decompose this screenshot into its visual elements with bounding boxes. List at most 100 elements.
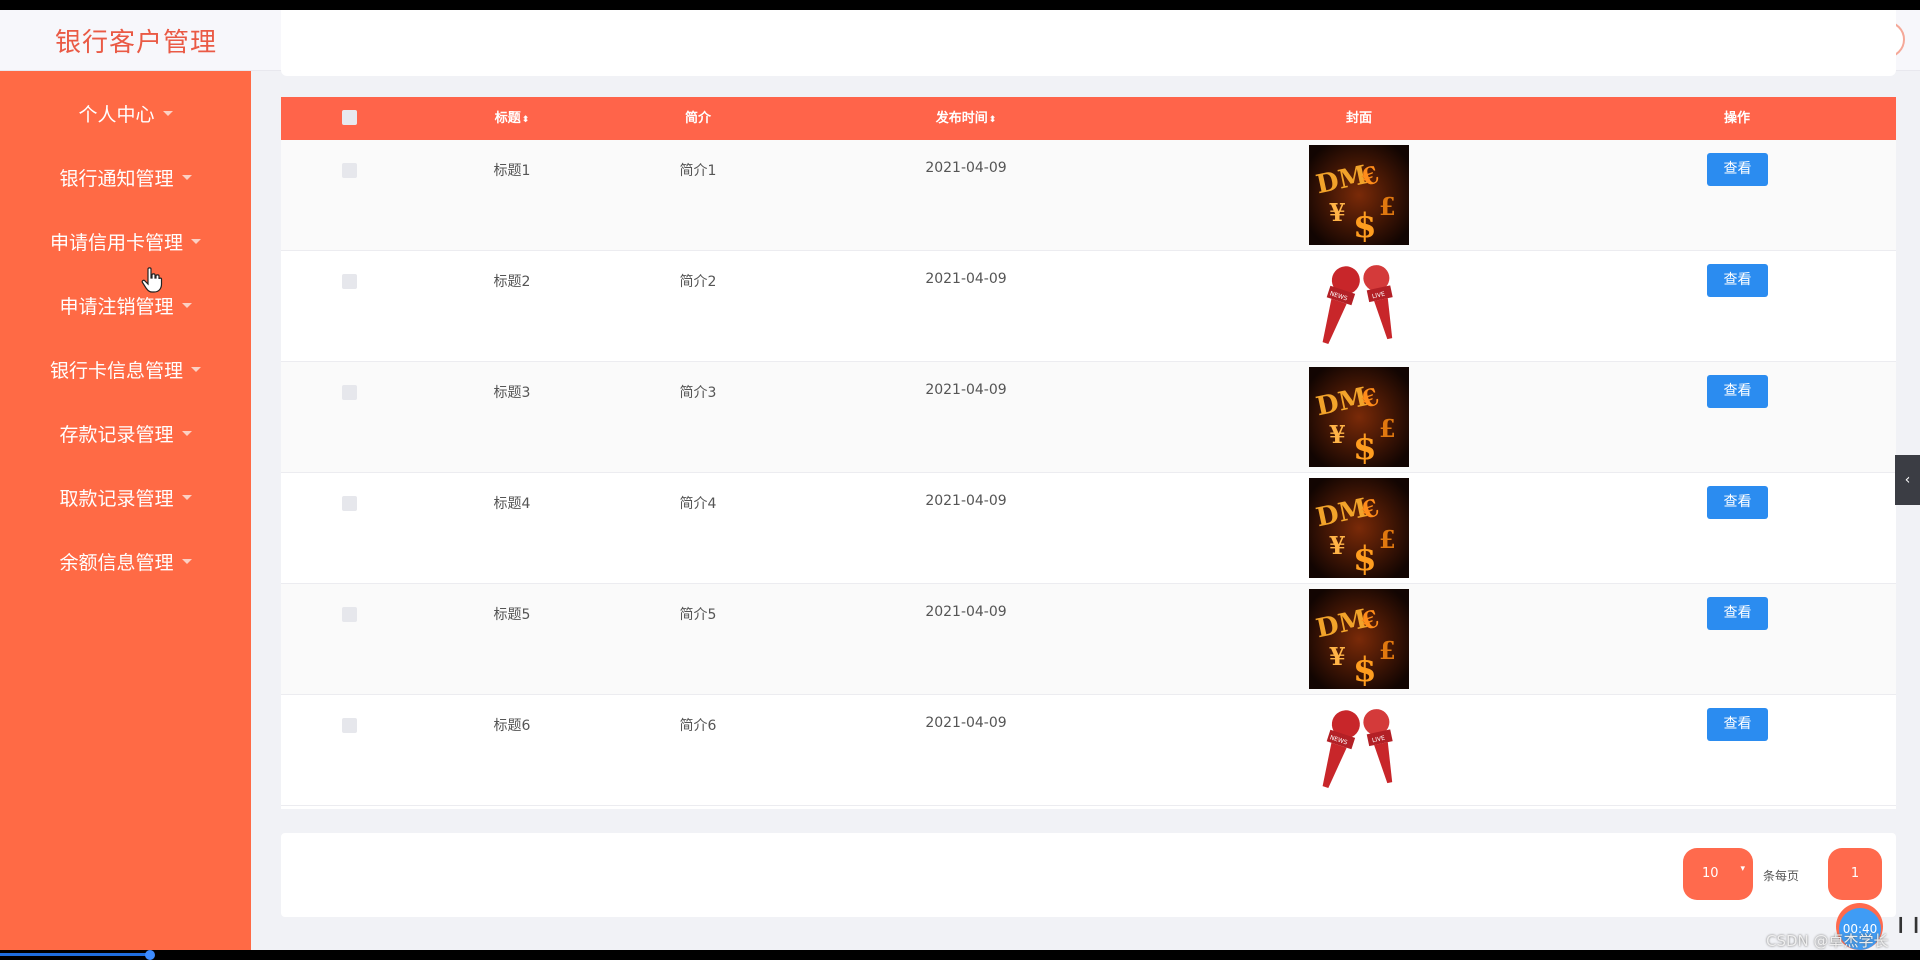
column-header-intro: 简介 bbox=[684, 111, 712, 126]
row-checkbox[interactable] bbox=[342, 385, 357, 400]
cover-image-money-symbols: DM € ¥ $ £ bbox=[1309, 478, 1409, 579]
cell-title: 标题5 bbox=[493, 607, 531, 623]
sidebar-item-label: 存款记录管理 bbox=[59, 423, 174, 446]
caret-down-icon bbox=[181, 430, 192, 436]
row-checkbox[interactable] bbox=[342, 718, 357, 733]
sidebar-item-personal-center[interactable]: 个人中心 bbox=[0, 93, 251, 133]
search-panel-edge bbox=[281, 10, 1896, 76]
sidebar-item-cancellation-application[interactable]: 申请注销管理 bbox=[0, 285, 251, 325]
table-row: 标题3 简介3 2021-04-09 DM € ¥ $ £ 查看 bbox=[281, 362, 1896, 473]
cell-intro: 简介1 bbox=[679, 163, 717, 179]
svg-text:£: £ bbox=[1379, 525, 1396, 554]
page-button-current[interactable]: 1 bbox=[1828, 848, 1882, 900]
collapse-panel-tab[interactable]: ‹ bbox=[1895, 455, 1920, 505]
cover-image-news-microphones: NEWS LIVE bbox=[1309, 700, 1409, 800]
cell-published: 2021-04-09 bbox=[925, 271, 1007, 287]
progress-fill bbox=[0, 953, 150, 956]
app-window: 银行客户管理 个人中心 银行通知管理 申请信用卡管理 申请注销管理 银行卡信息管… bbox=[0, 10, 1920, 950]
cell-published: 2021-04-09 bbox=[925, 493, 1007, 509]
chevron-left-icon: ‹ bbox=[1904, 472, 1911, 488]
caret-down-icon bbox=[191, 238, 201, 244]
cover-image-news-microphones: NEWS LIVE bbox=[1309, 256, 1409, 356]
cell-intro: 简介2 bbox=[679, 274, 717, 290]
view-button[interactable]: 查看 bbox=[1707, 708, 1768, 741]
cover-image-money-symbols: DM € ¥ $ £ bbox=[1309, 145, 1409, 246]
column-header-title[interactable]: 标题⬍ bbox=[495, 97, 530, 140]
sort-icon: ⬍ bbox=[521, 115, 530, 125]
caret-down-icon bbox=[181, 558, 192, 564]
column-header-cover: 封面 bbox=[1345, 111, 1373, 126]
svg-text:£: £ bbox=[1379, 414, 1396, 443]
sidebar-item-credit-card-application[interactable]: 申请信用卡管理 bbox=[0, 221, 251, 261]
view-button[interactable]: 查看 bbox=[1707, 597, 1768, 630]
page-size-value: 10 bbox=[1702, 866, 1719, 881]
caret-down-icon bbox=[191, 366, 201, 372]
svg-text:£: £ bbox=[1379, 636, 1396, 665]
column-header-actions: 操作 bbox=[1723, 111, 1751, 126]
table-row: 标题6 简介6 2021-04-09 NEWS LIVE 查看 bbox=[281, 695, 1896, 806]
sidebar-item-label: 申请信用卡管理 bbox=[49, 231, 183, 254]
cell-title: 标题3 bbox=[493, 385, 531, 401]
watermark: CSDN @卓杰学长 bbox=[1766, 932, 1889, 950]
pagination: 10 ▾ 条每页 1 bbox=[281, 833, 1896, 917]
select-all-checkbox[interactable] bbox=[342, 110, 357, 125]
caret-down-icon bbox=[181, 494, 192, 500]
cell-title: 标题1 bbox=[493, 163, 531, 179]
cell-published: 2021-04-09 bbox=[925, 604, 1007, 620]
row-checkbox[interactable] bbox=[342, 163, 357, 178]
dropdown-arrow-icon: ▾ bbox=[1740, 864, 1745, 874]
sidebar-item-withdrawal-records[interactable]: 取款记录管理 bbox=[0, 477, 251, 517]
table-row: 标题4 简介4 2021-04-09 DM € ¥ $ £ 查看 bbox=[281, 473, 1896, 584]
cell-intro: 简介6 bbox=[679, 718, 717, 734]
notice-table: 标题⬍ 简介 发布时间⬍ 封面 操作 标题1 简介1 2021-04-09 DM… bbox=[281, 97, 1896, 809]
cover-image-money-symbols: DM € ¥ $ £ bbox=[1309, 589, 1409, 690]
per-page-label: 条每页 bbox=[1763, 869, 1800, 883]
sidebar-item-label: 申请注销管理 bbox=[59, 295, 174, 318]
cell-title: 标题2 bbox=[493, 274, 531, 290]
pause-icon[interactable]: ❙❙ bbox=[1894, 914, 1920, 933]
column-header-published[interactable]: 发布时间⬍ bbox=[936, 97, 997, 140]
table-header: 标题⬍ 简介 发布时间⬍ 封面 操作 bbox=[281, 97, 1896, 140]
svg-text:¥: ¥ bbox=[1329, 531, 1346, 560]
cell-title: 标题4 bbox=[493, 496, 531, 512]
sidebar-item-label: 取款记录管理 bbox=[59, 487, 174, 510]
view-button[interactable]: 查看 bbox=[1707, 486, 1768, 519]
sidebar-item-balance-info[interactable]: 余额信息管理 bbox=[0, 541, 251, 581]
progress-knob[interactable] bbox=[145, 950, 155, 960]
cell-intro: 简介3 bbox=[679, 385, 717, 401]
sidebar-item-label: 余额信息管理 bbox=[59, 551, 174, 574]
row-checkbox[interactable] bbox=[342, 607, 357, 622]
cell-intro: 简介4 bbox=[679, 496, 717, 512]
sidebar-item-bank-notice[interactable]: 银行通知管理 bbox=[0, 157, 251, 197]
page-size-select[interactable]: 10 ▾ bbox=[1683, 848, 1753, 900]
view-button[interactable]: 查看 bbox=[1707, 153, 1768, 186]
svg-text:$: $ bbox=[1353, 650, 1377, 689]
hand-pointer-icon bbox=[141, 267, 163, 293]
cell-intro: 简介5 bbox=[679, 607, 717, 623]
cell-title: 标题6 bbox=[493, 718, 531, 734]
row-checkbox[interactable] bbox=[342, 496, 357, 511]
video-progress-bar[interactable] bbox=[0, 950, 1920, 960]
sort-icon: ⬍ bbox=[988, 115, 997, 125]
svg-text:¥: ¥ bbox=[1329, 642, 1346, 671]
table-row: 标题1 简介1 2021-04-09 DM € ¥ $ £ 查看 bbox=[281, 140, 1896, 251]
svg-text:$: $ bbox=[1353, 539, 1377, 578]
table-row: 标题5 简介5 2021-04-09 DM € ¥ $ £ 查看 bbox=[281, 584, 1896, 695]
svg-text:¥: ¥ bbox=[1329, 198, 1346, 227]
svg-text:$: $ bbox=[1353, 428, 1377, 467]
app-title: 银行客户管理 bbox=[55, 28, 218, 58]
sidebar-item-bank-card-info[interactable]: 银行卡信息管理 bbox=[0, 349, 251, 389]
sidebar-item-deposit-records[interactable]: 存款记录管理 bbox=[0, 413, 251, 453]
table-row: 标题2 简介2 2021-04-09 NEWS LIVE 查看 bbox=[281, 251, 1896, 362]
caret-down-icon bbox=[181, 302, 192, 308]
svg-text:$: $ bbox=[1353, 206, 1377, 245]
sidebar-item-label: 个人中心 bbox=[78, 103, 155, 126]
cell-published: 2021-04-09 bbox=[925, 715, 1007, 731]
view-button[interactable]: 查看 bbox=[1707, 264, 1768, 297]
view-button[interactable]: 查看 bbox=[1707, 375, 1768, 408]
row-checkbox[interactable] bbox=[342, 274, 357, 289]
svg-text:¥: ¥ bbox=[1329, 420, 1346, 449]
sidebar: 个人中心 银行通知管理 申请信用卡管理 申请注销管理 银行卡信息管理 存款记录管… bbox=[0, 71, 251, 950]
svg-text:£: £ bbox=[1379, 192, 1396, 221]
cell-published: 2021-04-09 bbox=[925, 382, 1007, 398]
